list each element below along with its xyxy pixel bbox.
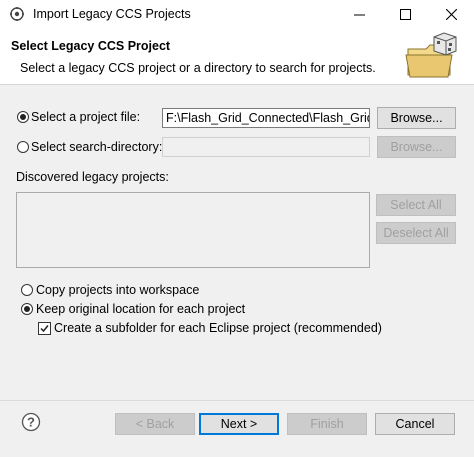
- cancel-button[interactable]: Cancel: [375, 413, 455, 435]
- maximize-button[interactable]: [382, 0, 428, 29]
- keep-location-radio[interactable]: [21, 303, 33, 315]
- folder-cube-icon: [405, 32, 457, 78]
- minimize-button[interactable]: [336, 0, 382, 29]
- window-title: Import Legacy CCS Projects: [33, 7, 191, 21]
- header-banner: Select Legacy CCS Project Select a legac…: [0, 29, 474, 85]
- close-icon: [445, 9, 457, 20]
- gear-cube-icon: [10, 7, 24, 21]
- project-file-input[interactable]: F:\Flash_Grid_Connected\Flash_Grid_Cc: [162, 108, 370, 128]
- checkmark-icon: [40, 325, 49, 333]
- search-directory-input[interactable]: [162, 137, 370, 157]
- search-directory-radio[interactable]: [17, 141, 29, 153]
- browse-search-directory-button[interactable]: Browse...: [377, 136, 456, 158]
- title-bar: Import Legacy CCS Projects: [0, 0, 474, 29]
- import-dialog: Import Legacy CCS Projects Select Legacy…: [0, 0, 474, 457]
- copy-projects-radio[interactable]: [21, 284, 33, 296]
- select-all-button[interactable]: Select All: [376, 194, 456, 216]
- page-title: Select Legacy CCS Project: [11, 39, 171, 53]
- project-file-label: Select a project file:: [31, 110, 141, 124]
- browse-project-file-button[interactable]: Browse...: [377, 107, 456, 129]
- create-subfolder-checkbox[interactable]: [38, 322, 51, 335]
- maximize-icon: [399, 9, 411, 20]
- page-description: Select a legacy CCS project or a directo…: [20, 61, 376, 75]
- help-icon[interactable]: ?: [21, 412, 41, 432]
- discovered-projects-label: Discovered legacy projects:: [16, 170, 169, 184]
- project-file-radio[interactable]: [17, 111, 29, 123]
- create-subfolder-label: Create a subfolder for each Eclipse proj…: [54, 321, 382, 335]
- finish-button[interactable]: Finish: [287, 413, 367, 435]
- minimize-icon: [353, 14, 365, 16]
- next-button[interactable]: Next >: [199, 413, 279, 435]
- footer-separator: [0, 400, 474, 401]
- search-directory-label: Select search-directory:: [31, 140, 163, 154]
- back-button[interactable]: < Back: [115, 413, 195, 435]
- discovered-projects-list[interactable]: [16, 192, 370, 268]
- svg-text:?: ?: [27, 415, 35, 430]
- deselect-all-button[interactable]: Deselect All: [376, 222, 456, 244]
- copy-projects-label: Copy projects into workspace: [36, 283, 200, 297]
- keep-location-label: Keep original location for each project: [36, 302, 246, 316]
- close-button[interactable]: [428, 0, 474, 29]
